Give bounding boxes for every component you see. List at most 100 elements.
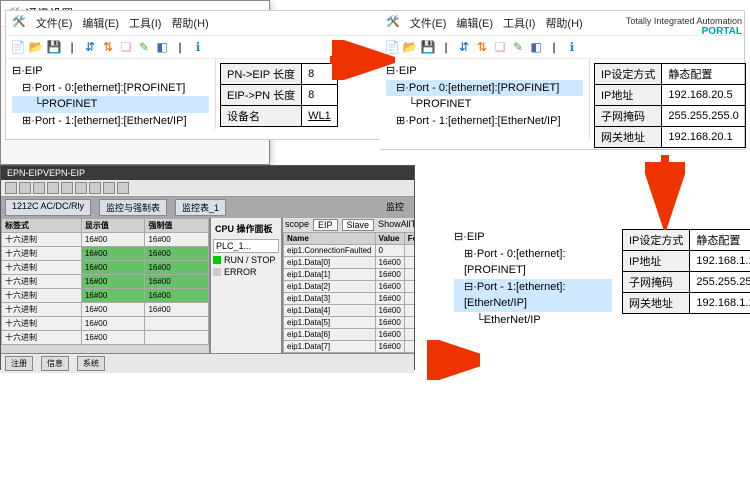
tool3-icon[interactable]: ❏ bbox=[118, 39, 134, 55]
register-button[interactable]: 注册 bbox=[5, 356, 33, 371]
open-icon[interactable]: 📂 bbox=[402, 39, 418, 55]
tb-icon[interactable] bbox=[103, 182, 115, 194]
tree-profinet[interactable]: └PROFINET bbox=[386, 96, 583, 113]
tb-icon[interactable] bbox=[33, 182, 45, 194]
open-icon[interactable]: 📂 bbox=[28, 39, 44, 55]
tool4-icon[interactable]: ✎ bbox=[136, 39, 152, 55]
sep: | bbox=[546, 39, 562, 55]
table-row[interactable]: 十六进制16#0016#00 bbox=[2, 261, 209, 275]
tree-root[interactable]: ⊟·EIP bbox=[386, 63, 583, 80]
tool1-icon[interactable]: ⇵ bbox=[456, 39, 472, 55]
tb-icon[interactable] bbox=[5, 182, 17, 194]
menu-file[interactable]: 文件(E) bbox=[410, 15, 447, 31]
cpu-panel: CPU 操作面板 PLC_1... RUN / STOP ERROR bbox=[211, 218, 283, 353]
error-label: ERROR bbox=[224, 267, 257, 277]
tree-port0[interactable]: ⊞·Port - 0:[ethernet]:[PROFINET] bbox=[454, 246, 612, 279]
menu-help[interactable]: 帮助(H) bbox=[545, 15, 582, 31]
new-icon[interactable]: 📄 bbox=[10, 39, 26, 55]
table-row[interactable]: eip1.Data[6]16#00 bbox=[284, 329, 415, 341]
device-tree[interactable]: ⊟·EIP ⊟·Port - 0:[ethernet]:[PROFINET] └… bbox=[6, 59, 216, 129]
table-row[interactable]: 十六进制16#0016#00 bbox=[2, 303, 209, 317]
tb-icon[interactable] bbox=[75, 182, 87, 194]
sys-button[interactable]: 系统 bbox=[77, 356, 105, 371]
device-tree[interactable]: ⊟·EIP ⊞·Port - 0:[ethernet]:[PROFINET] ⊟… bbox=[448, 225, 618, 305]
tb-icon[interactable] bbox=[89, 182, 101, 194]
info-icon[interactable]: ℹ bbox=[564, 39, 580, 55]
config-window-c: ⊟·EIP ⊞·Port - 0:[ethernet]:[PROFINET] ⊟… bbox=[448, 225, 748, 315]
tree-port1[interactable]: ⊞·Port - 1:[ethernet]:[EtherNet/IP] bbox=[386, 113, 583, 130]
save-icon[interactable]: 💾 bbox=[420, 39, 436, 55]
tree-root[interactable]: ⊟·EIP bbox=[454, 229, 612, 246]
table-row[interactable]: eip1.Data[0]16#00 bbox=[284, 257, 415, 269]
table-row[interactable]: 十六进制16#00 bbox=[2, 331, 209, 345]
cpu-device: PLC_1... bbox=[213, 239, 279, 253]
table-row[interactable]: 十六进制16#0016#00 bbox=[2, 289, 209, 303]
tool5-icon[interactable]: ◧ bbox=[528, 39, 544, 55]
run-stop: RUN / STOP bbox=[224, 255, 275, 265]
table-row[interactable]: 十六进制16#00 bbox=[2, 317, 209, 331]
crumb[interactable]: 1212C AC/DC/Rly bbox=[5, 199, 91, 216]
tool2-icon[interactable]: ⇅ bbox=[100, 39, 116, 55]
menu-help[interactable]: 帮助(H) bbox=[171, 15, 208, 31]
arrow-down-icon bbox=[645, 150, 685, 230]
menu-tool[interactable]: 工具(I) bbox=[503, 15, 535, 31]
device-tree[interactable]: ⊟·EIP ⊟·Port - 0:[ethernet]:[PROFINET] └… bbox=[380, 59, 590, 139]
table-row[interactable]: eip1.ConnectionFaulted0 bbox=[284, 245, 415, 257]
tree-port0[interactable]: ⊟·Port - 0:[ethernet]:[PROFINET] bbox=[12, 80, 209, 97]
tb-icon[interactable] bbox=[47, 182, 59, 194]
menu-tool[interactable]: 工具(I) bbox=[129, 15, 161, 31]
menu-edit[interactable]: 编辑(E) bbox=[456, 15, 493, 31]
tia-portal-window: EPN-EIPVEPN-EIP Totally Integrated Autom… bbox=[0, 165, 415, 370]
table-row[interactable]: 十六进制16#0016#00 bbox=[2, 247, 209, 261]
window-title: EPN-EIPVEPN-EIP bbox=[7, 168, 85, 178]
properties-table: PN->EIP 长度8 EIP->PN 长度8 设备名WL1 bbox=[220, 63, 338, 127]
sep: | bbox=[438, 39, 454, 55]
run-led-icon bbox=[213, 256, 221, 264]
properties-table: IP设定方式静态配置 IP地址192.168.20.5 子网掩码255.255.… bbox=[594, 63, 746, 148]
brand-label: Totally Integrated Automation PORTAL bbox=[626, 16, 742, 37]
table-row[interactable]: eip1.Data[1]16#00 bbox=[284, 269, 415, 281]
tree-ethernetip[interactable]: └EtherNet/IP bbox=[454, 312, 612, 329]
table-row[interactable]: eip1.Data[4]16#00 bbox=[284, 305, 415, 317]
tree-port1[interactable]: ⊞·Port - 1:[ethernet]:[EtherNet/IP] bbox=[12, 113, 209, 130]
prop-row: PN->EIP 长度8 bbox=[221, 64, 338, 85]
crumb[interactable]: 监控表_1 bbox=[175, 199, 226, 216]
table-row[interactable]: 十六进制16#0016#00 bbox=[2, 275, 209, 289]
tree-port1[interactable]: ⊟·Port - 1:[ethernet]:[EtherNet/IP] bbox=[454, 279, 612, 312]
table-row[interactable]: 十六进制16#0016#00 bbox=[2, 233, 209, 247]
error-led-icon bbox=[213, 268, 221, 276]
tool5-icon[interactable]: ◧ bbox=[154, 39, 170, 55]
tree-root[interactable]: ⊟·EIP bbox=[12, 63, 209, 80]
tool1-icon[interactable]: ⇵ bbox=[82, 39, 98, 55]
tool2-icon[interactable]: ⇅ bbox=[474, 39, 490, 55]
tree-profinet[interactable]: └PROFINET bbox=[12, 96, 209, 113]
toolbar bbox=[1, 180, 414, 197]
watch-table[interactable]: 标签式显示值强制值 十六进制16#0016#00十六进制16#0016#00十六… bbox=[1, 218, 211, 353]
tool3-icon[interactable]: ❏ bbox=[492, 39, 508, 55]
tool4-icon[interactable]: ✎ bbox=[510, 39, 526, 55]
cpu-title: CPU 操作面板 bbox=[213, 220, 279, 237]
tag-table[interactable]: scope EIP Slave ShowAllTags NameValueFor… bbox=[283, 218, 414, 353]
sep: | bbox=[64, 39, 80, 55]
menu-edit[interactable]: 编辑(E) bbox=[82, 15, 119, 31]
arrow-right-icon bbox=[325, 40, 395, 80]
crumb[interactable]: 监控与强制表 bbox=[99, 199, 167, 216]
table-row[interactable]: eip1.Data[2]16#00 bbox=[284, 281, 415, 293]
info-icon[interactable]: ℹ bbox=[190, 39, 206, 55]
tb-icon[interactable] bbox=[61, 182, 73, 194]
save-icon[interactable]: 💾 bbox=[46, 39, 62, 55]
table-row[interactable]: eip1.Data[3]16#00 bbox=[284, 293, 415, 305]
properties-table: IP设定方式静态配置 IP地址192.168.1.11 子网掩码255.255.… bbox=[622, 229, 750, 314]
table-row[interactable]: eip1.Data(...)(...) bbox=[284, 353, 415, 354]
table-row[interactable]: eip1.Data[7]16#00 bbox=[284, 341, 415, 353]
tb-icon[interactable] bbox=[117, 182, 129, 194]
status-bar: 注册 信息 系统 bbox=[1, 353, 414, 373]
toolbar: 📄 📂 💾 | ⇵ ⇅ ❏ ✎ ◧ | ℹ bbox=[380, 36, 744, 59]
tb-icon[interactable] bbox=[19, 182, 31, 194]
tree-port0[interactable]: ⊟·Port - 0:[ethernet]:[PROFINET] bbox=[386, 80, 583, 97]
menu-file[interactable]: 文件(E) bbox=[36, 15, 73, 31]
prop-row: EIP->PN 长度8 bbox=[221, 85, 338, 106]
info-button[interactable]: 信息 bbox=[41, 356, 69, 371]
sep: | bbox=[172, 39, 188, 55]
table-row[interactable]: eip1.Data[5]16#00 bbox=[284, 317, 415, 329]
